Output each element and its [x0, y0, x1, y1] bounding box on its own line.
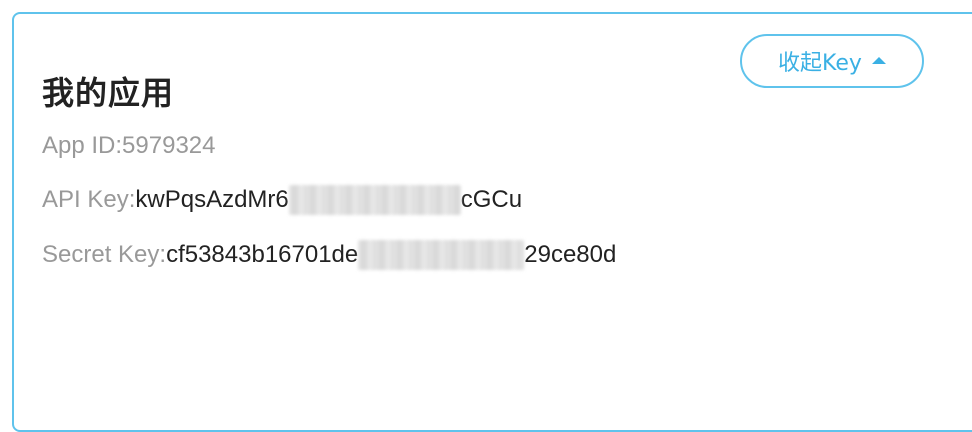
app-id-value: 5979324 — [122, 132, 216, 159]
api-key-suffix: cGCu — [460, 186, 523, 213]
app-id-label: App ID: — [42, 132, 123, 159]
secret-key-row: Secret Key: cf53843b16701de 29ce80d — [42, 240, 616, 270]
secret-key-redaction — [358, 240, 525, 270]
secret-key-suffix: 29ce80d — [524, 241, 617, 268]
page-title: 我的应用 — [42, 74, 175, 112]
app-id-row: App ID: 5979324 — [42, 132, 215, 160]
api-key-prefix: kwPqsAzdMr6 — [135, 186, 289, 213]
api-key-label: API Key: — [42, 186, 136, 213]
collapse-key-label: 收起Key — [778, 51, 862, 76]
secret-key-prefix: cf53843b16701de — [166, 241, 359, 268]
secret-key-label: Secret Key: — [42, 241, 167, 268]
api-key-row: API Key: kwPqsAzdMr6 cGCu — [42, 185, 522, 215]
collapse-key-button[interactable]: 收起Key — [740, 34, 924, 88]
caret-up-icon — [871, 56, 886, 64]
api-key-redaction — [288, 185, 461, 215]
